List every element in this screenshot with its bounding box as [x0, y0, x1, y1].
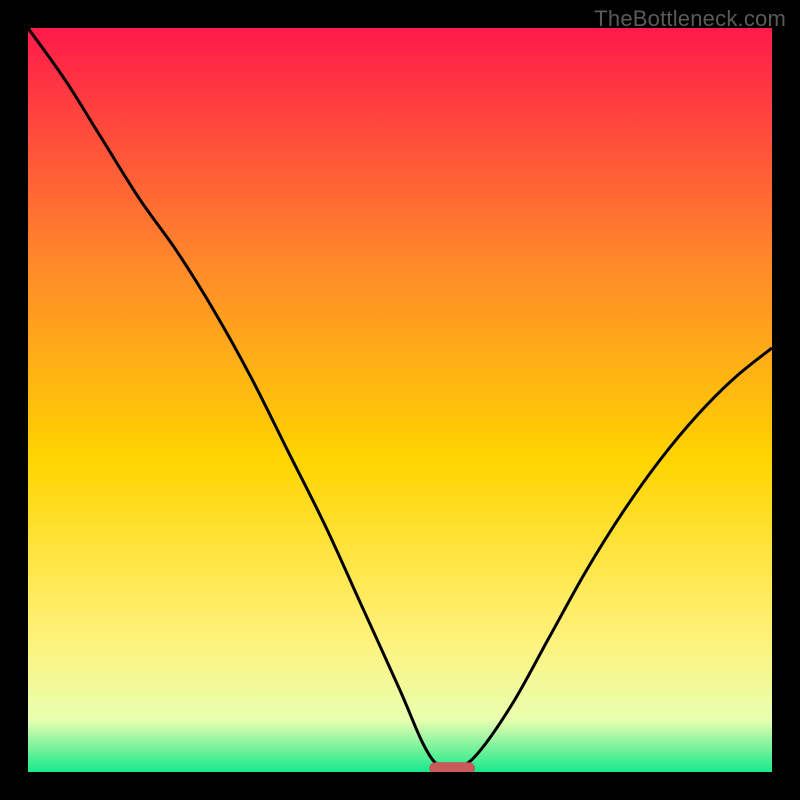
optimum-marker — [430, 763, 475, 772]
chart-frame: TheBottleneck.com — [0, 0, 800, 800]
gradient-background — [28, 28, 772, 772]
watermark-text: TheBottleneck.com — [594, 6, 786, 32]
plot-svg — [28, 28, 772, 772]
plot-area — [28, 28, 772, 772]
